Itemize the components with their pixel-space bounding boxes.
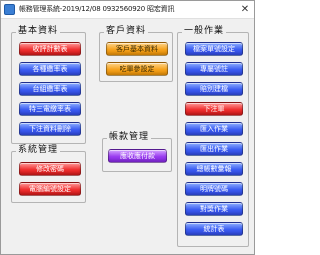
group-title-account: 帳款管理 [107,132,152,143]
group-system-mgmt: 系統管理 修改密碼 電腦編號設定 [11,145,86,203]
app-window: 帳務管理系統-2019/12/08 0932560920 昭宏資訊 ✕ 基本資料… [0,0,255,255]
group-account-mgmt: 帳款管理 應收應付款 [102,132,172,172]
close-icon[interactable]: ✕ [238,3,252,16]
btn-exclusive-no[interactable]: 專屬號註 [185,62,243,76]
btn-delete-bets[interactable]: 下注資料刪除 [19,122,81,136]
btn-hot-numbers[interactable]: 明牌號碼 [185,182,243,196]
window-title: 帳務管理系統-2019/12/08 0932560920 昭宏資訊 [19,5,175,13]
btn-odds-entry[interactable]: 賠別建檔 [185,82,243,96]
btn-ledger-report[interactable]: 總帳數彙報 [185,162,243,176]
btn-takeover-setting[interactable]: 吃單參設定 [106,62,168,76]
group-basic-data: 基本資料 收評計數表 各種繳率表 台組繳率表 特三電繳率表 下注資料刪除 [11,26,86,144]
btn-collection-count[interactable]: 收評計數表 [19,42,81,56]
group-title-system: 系統管理 [16,145,61,156]
btn-prize-check[interactable]: 對獎作業 [185,202,243,216]
btn-statistics[interactable]: 統計表 [185,222,243,236]
title-bar: 帳務管理系統-2019/12/08 0932560920 昭宏資訊 ✕ [1,1,254,19]
btn-export[interactable]: 匯出作業 [185,142,243,156]
btn-receivable-payable[interactable]: 應收應付款 [108,149,167,163]
group-title-general: 一般作業 [182,26,227,37]
btn-import[interactable]: 匯入作業 [185,122,243,136]
group-title-customer: 客戶資料 [104,26,149,37]
group-title-basic: 基本資料 [16,26,61,37]
btn-rate-table[interactable]: 各種繳率表 [19,62,81,76]
btn-bet-slip[interactable]: 下注單 [185,102,243,116]
app-icon [4,4,15,15]
btn-change-password[interactable]: 修改密碼 [19,162,81,176]
btn-computer-id[interactable]: 電腦編號設定 [19,182,81,196]
group-general-ops: 一般作業 檔案單號設定 專屬號註 賠別建檔 下注單 匯入作業 匯出作業 總帳數彙… [177,26,249,247]
btn-special-rate[interactable]: 特三電繳率表 [19,102,81,116]
btn-file-number[interactable]: 檔案單號設定 [185,42,243,56]
btn-customer-info[interactable]: 客戶基本資料 [106,42,168,56]
btn-group-rate[interactable]: 台組繳率表 [19,82,81,96]
group-customer-data: 客戶資料 客戶基本資料 吃單參設定 [99,26,173,82]
